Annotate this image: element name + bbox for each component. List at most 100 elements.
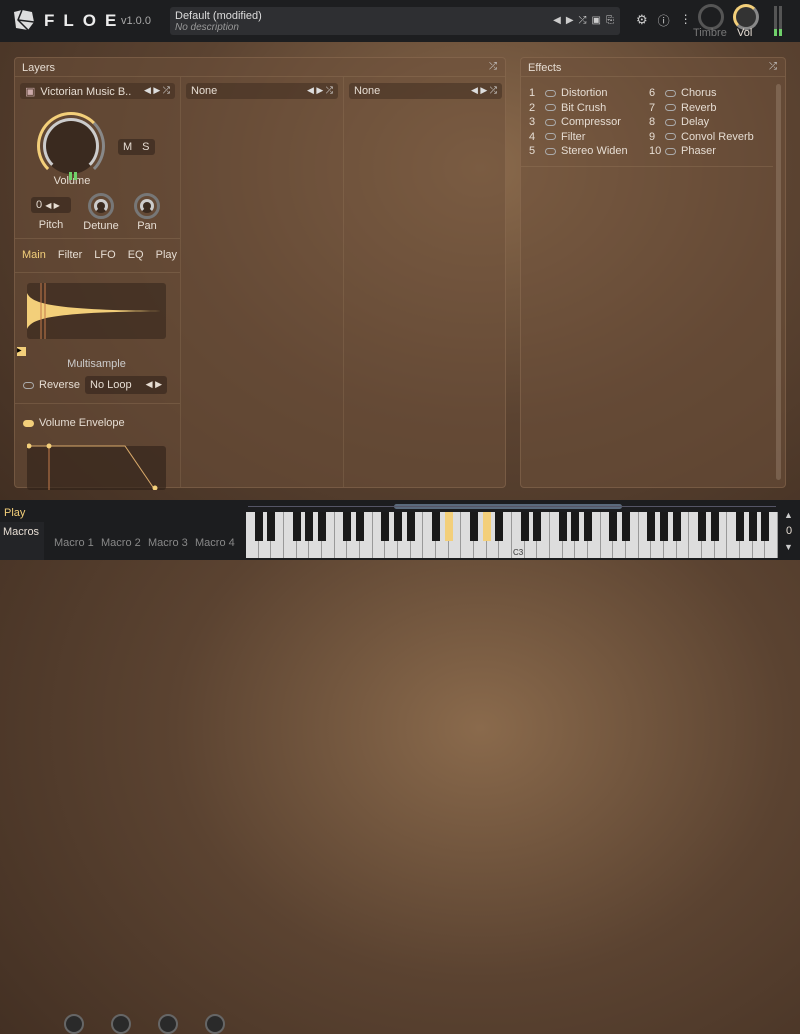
macro-1-knob[interactable] xyxy=(64,1014,84,1034)
black-key-F#3[interactable] xyxy=(558,512,567,541)
reverse-toggle[interactable]: Reverse xyxy=(23,379,80,391)
black-key-A#5[interactable] xyxy=(761,512,770,541)
black-key-D#1[interactable] xyxy=(355,512,365,541)
tab-eq[interactable]: EQ xyxy=(128,249,144,262)
black-key-A#1[interactable] xyxy=(406,512,415,541)
macro-3-label: Macro 3 xyxy=(148,537,188,549)
effect-toggle[interactable] xyxy=(545,104,556,112)
next-preset-icon[interactable]: ▶ xyxy=(566,15,574,26)
black-key-A#0[interactable] xyxy=(317,512,327,541)
black-key-D#3[interactable] xyxy=(533,512,542,541)
waveform-display[interactable] xyxy=(27,283,166,339)
tab-filter[interactable]: Filter xyxy=(58,249,82,262)
shuffle-icon[interactable]: ⤮ xyxy=(489,61,497,72)
black-key-G#2[interactable] xyxy=(482,512,491,541)
save-icon[interactable]: ▣ xyxy=(592,15,601,26)
black-key-F#2[interactable] xyxy=(469,512,479,541)
volume-knob[interactable] xyxy=(37,112,105,180)
black-key-C#5[interactable] xyxy=(697,512,707,541)
macro-4-knob[interactable] xyxy=(205,1014,225,1034)
black-key-G#0[interactable] xyxy=(305,512,314,541)
black-key-G#5[interactable] xyxy=(748,512,757,541)
black-key-G#3[interactable] xyxy=(571,512,580,541)
shuffle-icon[interactable]: ⤮ xyxy=(579,15,587,26)
effect-item[interactable]: 1 Distortion xyxy=(529,87,607,99)
black-key-D#0[interactable] xyxy=(267,512,276,541)
effect-item[interactable]: 8 Delay xyxy=(649,116,709,128)
import-icon[interactable]: ⎘ xyxy=(606,15,614,26)
effect-item[interactable]: 10 Phaser xyxy=(649,145,716,157)
black-key-D#5[interactable] xyxy=(710,512,719,541)
black-key-F#0[interactable] xyxy=(292,512,301,541)
effects-scrollbar[interactable] xyxy=(776,84,781,480)
instrument-nav-icons[interactable]: ◀ ▶ ⤮ xyxy=(471,85,497,96)
black-key-A#2[interactable] xyxy=(495,512,504,541)
effect-toggle[interactable] xyxy=(545,133,556,141)
effect-toggle[interactable] xyxy=(665,133,676,141)
tab-macros[interactable]: Macros xyxy=(0,522,44,560)
macro-3-knob[interactable] xyxy=(158,1014,178,1034)
tab-play-bottom[interactable]: Play xyxy=(4,507,25,519)
black-key-F#4[interactable] xyxy=(647,512,656,541)
effect-item[interactable]: 7 Reverb xyxy=(649,102,716,114)
preset-description: No description xyxy=(175,22,239,33)
instrument-selector[interactable]: None ◀ ▶ ⤮ xyxy=(186,83,338,99)
top-bar: FLOE v1.0.0 Default (modified) No descri… xyxy=(0,0,800,42)
effect-toggle[interactable] xyxy=(665,89,676,97)
black-key-G#4[interactable] xyxy=(659,512,669,541)
shuffle-icon[interactable]: ⤮ xyxy=(769,61,777,72)
effect-toggle[interactable] xyxy=(665,147,676,155)
envelope-toggle[interactable]: Volume Envelope xyxy=(23,417,125,429)
pitch-arrows-icon[interactable]: ◀ ▶ xyxy=(45,201,60,210)
black-key-A#4[interactable] xyxy=(672,512,681,541)
start-marker[interactable]: ▶ xyxy=(17,347,26,356)
detune-knob[interactable] xyxy=(88,193,114,219)
black-key-C#4[interactable] xyxy=(609,512,618,541)
instrument-selector[interactable]: ▣ Victorian Music B.. ◀ ▶ ⤮ xyxy=(20,83,175,99)
envelope-display[interactable] xyxy=(27,443,166,490)
black-key-C#3[interactable] xyxy=(520,512,529,541)
black-key-F#1[interactable] xyxy=(381,512,390,541)
effect-toggle[interactable] xyxy=(545,118,556,126)
gear-icon[interactable]: ⚙ xyxy=(636,12,648,29)
black-key-D#4[interactable] xyxy=(621,512,631,541)
black-key-G#1[interactable] xyxy=(393,512,403,541)
piano-keyboard[interactable]: C3 xyxy=(246,512,778,558)
black-key-D#2[interactable] xyxy=(444,512,453,541)
effect-item[interactable]: 9 Convol Reverb xyxy=(649,131,754,143)
effect-item[interactable]: 3 Compressor xyxy=(529,116,621,128)
mute-button[interactable]: M xyxy=(118,139,137,155)
more-icon[interactable]: ⋮ xyxy=(680,12,692,29)
effect-toggle[interactable] xyxy=(665,104,676,112)
tab-play[interactable]: Play xyxy=(156,249,177,262)
solo-button[interactable]: S xyxy=(137,139,154,155)
black-key-C#2[interactable] xyxy=(431,512,441,541)
pitch-stepper[interactable]: 0 ◀ ▶ xyxy=(31,197,71,213)
octave-down-icon[interactable]: ▼ xyxy=(784,542,793,552)
info-icon[interactable]: ⓘ xyxy=(658,12,670,29)
tab-main[interactable]: Main xyxy=(22,249,46,262)
effect-item[interactable]: 5 Stereo Widen xyxy=(529,145,628,157)
keyboard-scroll-track[interactable] xyxy=(248,506,776,507)
black-key-F#5[interactable] xyxy=(735,512,745,541)
black-key-C#1[interactable] xyxy=(343,512,352,541)
prev-preset-icon[interactable]: ◀ xyxy=(553,15,561,26)
effect-item[interactable]: 6 Chorus xyxy=(649,87,716,99)
effect-toggle[interactable] xyxy=(545,89,556,97)
octave-up-icon[interactable]: ▲ xyxy=(784,510,793,520)
instrument-nav-icons[interactable]: ◀ ▶ ⤮ xyxy=(307,85,333,96)
black-key-C#0[interactable] xyxy=(254,512,263,541)
effect-item[interactable]: 4 Filter xyxy=(529,131,585,143)
instrument-selector[interactable]: None ◀ ▶ ⤮ xyxy=(349,83,502,99)
pan-knob[interactable] xyxy=(134,193,160,219)
tab-lfo[interactable]: LFO xyxy=(94,249,115,262)
loop-mode-selector[interactable]: No Loop ◀ ▶ xyxy=(85,376,167,394)
effect-toggle[interactable] xyxy=(665,118,676,126)
loop-arrows-icon[interactable]: ◀ ▶ xyxy=(146,379,162,390)
black-key-A#3[interactable] xyxy=(583,512,593,541)
macro-2-knob[interactable] xyxy=(111,1014,131,1034)
effect-toggle[interactable] xyxy=(545,147,556,155)
preset-selector[interactable]: Default (modified) No description ◀ ▶ ⤮ … xyxy=(170,7,620,35)
instrument-nav-icons[interactable]: ◀ ▶ ⤮ xyxy=(144,85,170,96)
effect-item[interactable]: 2 Bit Crush xyxy=(529,102,606,114)
